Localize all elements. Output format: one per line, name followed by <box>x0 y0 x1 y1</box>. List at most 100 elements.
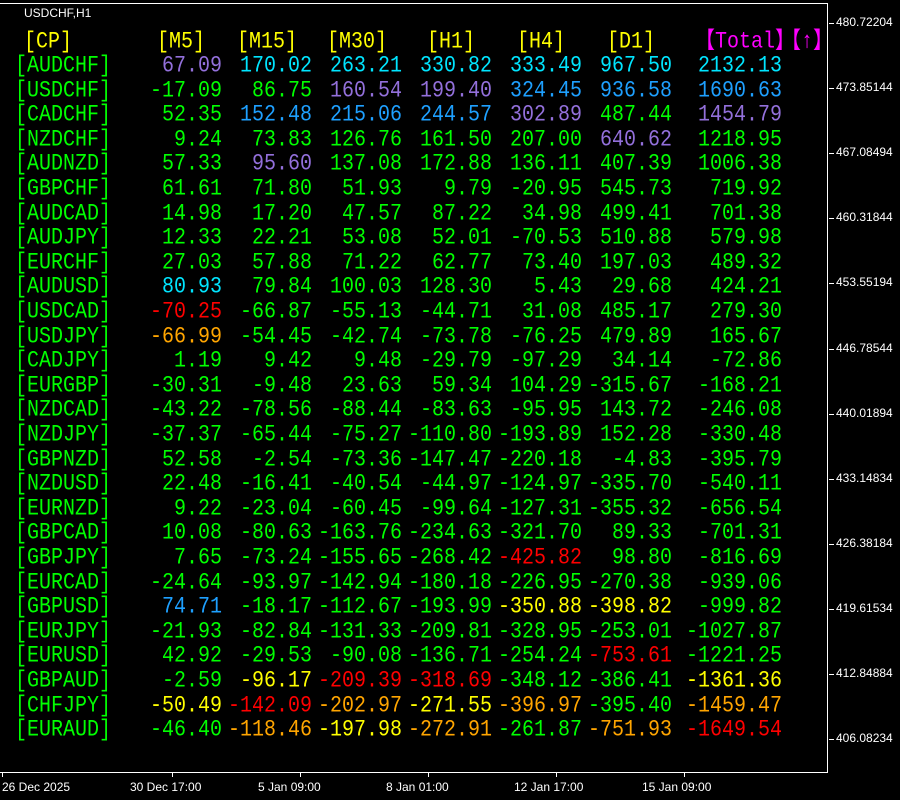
price-tick <box>829 283 834 285</box>
time-tick <box>2 773 3 777</box>
value-cell: -253.01 <box>587 618 672 646</box>
price-tick <box>829 543 834 545</box>
value-cell: -1649.54 <box>685 717 782 744</box>
column-header: [M5] <box>157 28 206 56</box>
pair-label: [EURCHF] <box>15 249 112 277</box>
value-cell: -751.93 <box>587 717 672 744</box>
price-tick <box>829 88 834 90</box>
time-tick <box>300 773 301 777</box>
value-cell: -1027.87 <box>685 618 782 646</box>
value-cell: -1361.36 <box>685 667 782 695</box>
pair-label: [EURJPY] <box>15 618 112 646</box>
value-cell: 936.58 <box>599 77 672 104</box>
pair-label: [GBPUSD] <box>15 594 112 621</box>
value-cell: -330.48 <box>697 421 782 449</box>
pair-label: [AUDUSD] <box>15 274 112 301</box>
value-cell: 485.17 <box>599 298 672 326</box>
value-cell: 719.92 <box>709 175 782 203</box>
price-label: 460.31844 <box>836 210 893 225</box>
price-tick <box>829 674 834 675</box>
value-cell: 579.98 <box>709 225 782 252</box>
value-cell: -168.21 <box>697 372 782 400</box>
value-cell: 487.44 <box>599 102 672 129</box>
value-cell: 2132.13 <box>697 52 782 80</box>
value-cell: 967.50 <box>599 52 672 80</box>
column-header: [CP] <box>24 28 73 56</box>
value-cell: -398.82 <box>587 594 672 621</box>
price-label: 453.55194 <box>836 275 893 290</box>
value-cell: 1454.79 <box>697 102 782 129</box>
value-cell: -386.41 <box>587 667 672 695</box>
pair-label: [AUDNZD] <box>15 151 112 178</box>
value-cell: 1218.95 <box>697 126 782 154</box>
pair-label: [GBPNZD] <box>15 446 112 473</box>
pair-label: [EURGBP] <box>15 372 112 400</box>
value-cell: -246.08 <box>697 397 782 424</box>
pair-label: [CADJPY] <box>15 348 112 375</box>
pair-label: [EURUSD] <box>15 643 112 670</box>
value-cell: -999.82 <box>697 594 782 621</box>
pair-label: [AUDCHF] <box>15 52 112 80</box>
value-cell: -816.69 <box>697 544 782 572</box>
pair-label: [AUDCAD] <box>15 200 112 227</box>
value-cell: -355.32 <box>587 495 672 523</box>
value-cell: -701.31 <box>697 520 782 547</box>
value-cell: 143.72 <box>599 397 672 424</box>
price-tick <box>829 739 834 741</box>
column-header: [H4] <box>517 28 566 56</box>
value-cell: 701.38 <box>709 200 782 227</box>
value-cell: 34.14 <box>611 348 672 375</box>
price-label: 426.38184 <box>836 535 893 550</box>
time-tick <box>428 773 429 777</box>
column-header: [M30] <box>327 28 388 56</box>
pair-label: [NZDJPY] <box>15 421 112 449</box>
pair-label: [EURAUD] <box>15 717 112 744</box>
price-tick <box>829 23 834 24</box>
value-cell: 510.88 <box>599 225 672 252</box>
pair-label: [EURCAD] <box>15 569 112 596</box>
value-cell: 640.62 <box>599 126 672 154</box>
column-header: 【↑】 <box>781 28 834 56</box>
price-tick <box>829 478 834 480</box>
value-cell: -72.86 <box>709 348 782 375</box>
time-tick <box>684 773 685 777</box>
price-tick <box>829 413 834 415</box>
value-cell: 29.68 <box>611 274 672 301</box>
pair-label: [GBPCAD] <box>15 520 112 547</box>
chart-symbol-title: USDCHF,H1 <box>24 6 92 20</box>
pair-label: [GBPAUD] <box>15 667 112 695</box>
price-label: 473.85144 <box>836 80 893 95</box>
time-label: 8 Jan 01:00 <box>386 780 449 794</box>
pair-label: [NZDUSD] <box>15 471 112 498</box>
price-tick <box>829 153 834 155</box>
value-cell: 545.73 <box>599 175 672 203</box>
pair-label: [CADCHF] <box>15 102 112 129</box>
value-cell: -753.61 <box>587 643 672 670</box>
pair-label: [GBPJPY] <box>15 544 112 572</box>
pair-label: [USDJPY] <box>15 323 112 350</box>
value-cell: 499.41 <box>599 200 672 227</box>
value-cell: -1221.25 <box>685 643 782 670</box>
value-cell: -315.67 <box>587 372 672 400</box>
value-cell: -335.70 <box>587 471 672 498</box>
value-cell: 407.39 <box>599 151 672 178</box>
time-label: 5 Jan 09:00 <box>258 780 321 794</box>
value-cell: -395.79 <box>697 446 782 473</box>
value-cell: 1006.38 <box>697 151 782 178</box>
price-label: 419.61534 <box>836 600 893 615</box>
price-label: 406.08234 <box>836 731 893 746</box>
value-cell: 197.03 <box>599 249 672 277</box>
value-cell: 479.89 <box>599 323 672 350</box>
time-tick <box>172 773 173 777</box>
price-tick <box>829 218 834 220</box>
column-header: [M15] <box>237 28 298 56</box>
time-label: 30 Dec 17:00 <box>130 780 202 794</box>
value-cell: -270.38 <box>587 569 672 596</box>
pair-label: [CHFJPY] <box>15 692 112 719</box>
pair-label: [USDCAD] <box>15 298 112 326</box>
value-cell: 424.21 <box>709 274 782 301</box>
value-cell: 1690.63 <box>697 77 782 104</box>
price-tick <box>829 348 834 350</box>
value-cell: 165.67 <box>709 323 782 350</box>
price-label: 412.84884 <box>836 666 893 680</box>
